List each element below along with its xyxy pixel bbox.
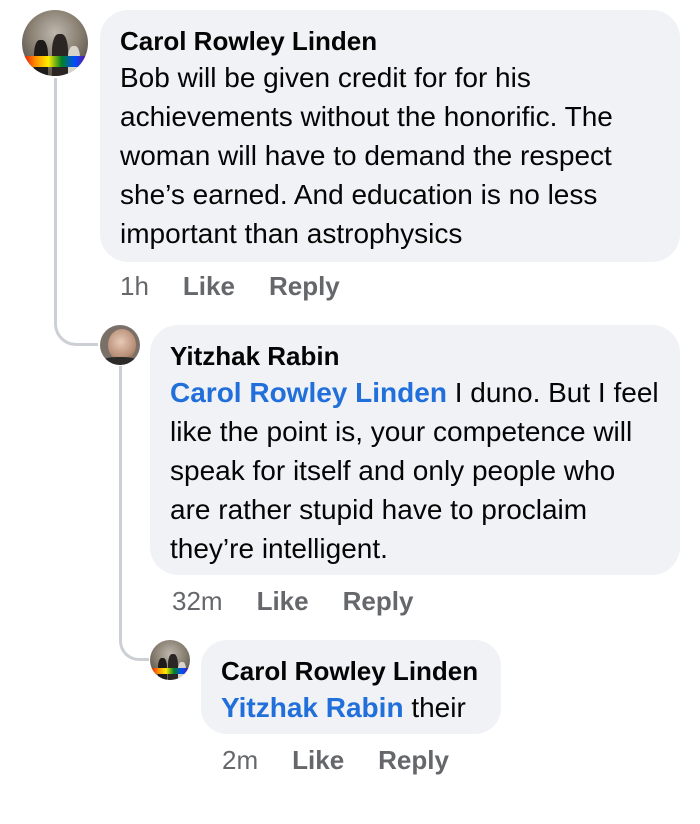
mention-link[interactable]: Yitzhak Rabin [221,692,404,723]
comment-actions: 1h Like Reply [120,271,374,302]
thread-line-level-2 [119,366,149,661]
comment-bubble: Carol Rowley Linden Bob will be given cr… [100,10,680,262]
like-button[interactable]: Like [257,586,309,617]
reply-button[interactable]: Reply [378,745,449,776]
avatar[interactable] [22,10,88,76]
comment-timestamp[interactable]: 1h [120,271,149,302]
mention-link[interactable]: Carol Rowley Linden [170,377,447,408]
comment-author[interactable]: Carol Rowley Linden [221,654,481,688]
avatar[interactable] [150,640,190,680]
comment-actions: 2m Like Reply [222,745,483,776]
comment-text: Carol Rowley Linden I duno. But I feel l… [170,373,660,568]
thread-line-level-1 [54,78,98,346]
comment-body: their [403,692,466,723]
comment-bubble: Yitzhak Rabin Carol Rowley Linden I duno… [150,325,680,575]
reply-button[interactable]: Reply [343,586,414,617]
comment-author[interactable]: Carol Rowley Linden [120,24,660,58]
avatar[interactable] [100,325,140,365]
comment-body: Bob will be given credit for for his ach… [120,62,613,249]
like-button[interactable]: Like [292,745,344,776]
comment-text: Bob will be given credit for for his ach… [120,58,660,253]
reply-button[interactable]: Reply [269,271,340,302]
comment-timestamp[interactable]: 2m [222,745,258,776]
comment-bubble: Carol Rowley Linden Yitzhak Rabin their [201,640,501,734]
comment-timestamp[interactable]: 32m [172,586,223,617]
comment-author[interactable]: Yitzhak Rabin [170,339,660,373]
comment-actions: 32m Like Reply [172,586,447,617]
comment-text: Yitzhak Rabin their [221,688,481,727]
like-button[interactable]: Like [183,271,235,302]
